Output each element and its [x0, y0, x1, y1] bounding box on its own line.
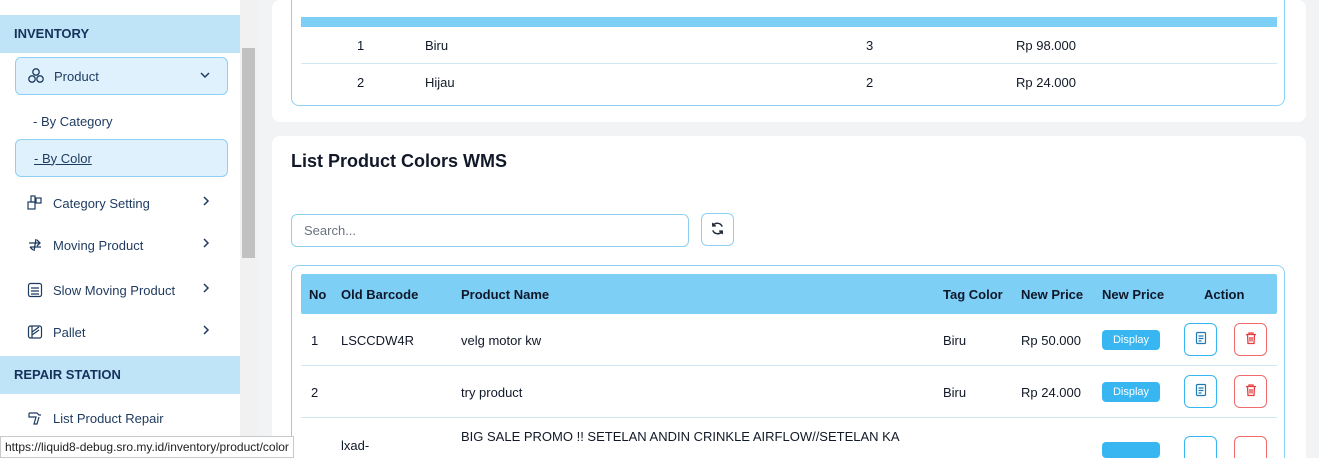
sidebar-item-list-product-repair[interactable]: List Product Repair	[15, 399, 228, 437]
chevron-down-icon	[199, 69, 211, 84]
cell-product-name: BIG SALE PROMO !! SETELAN ANDIN CRINKLE …	[461, 429, 900, 444]
table-row: 1 LSCCDW4R velg motor kw Biru Rp 50.000 …	[301, 314, 1277, 366]
sidebar-item-moving-product[interactable]: Moving Product	[15, 226, 228, 264]
table-header: No Old Barcode Product Name Tag Color Ne…	[301, 274, 1277, 314]
page-title: List Product Colors WMS	[291, 151, 507, 171]
column-header: Action	[1204, 287, 1245, 302]
cell-color: Biru	[425, 38, 449, 53]
box-list-icon	[26, 281, 44, 299]
cell-price: Rp 98.000	[1016, 38, 1076, 53]
sidebar-subitem-label: - By Color	[34, 150, 92, 166]
cell-tag-color: Biru	[943, 333, 967, 348]
refresh-button[interactable]	[701, 213, 734, 246]
sidebar-item-label: Pallet	[53, 324, 86, 340]
chevron-right-icon	[200, 195, 212, 210]
cell-no: 2	[311, 385, 319, 400]
display-badge[interactable]: Display	[1102, 330, 1160, 350]
cell-qty: 2	[866, 75, 874, 90]
view-detail-button[interactable]	[1184, 323, 1217, 356]
trash-icon	[1244, 331, 1258, 348]
sidebar-scrollbar-thumb[interactable]	[242, 48, 255, 258]
cell-no: 2	[357, 75, 365, 90]
view-detail-button[interactable]	[1184, 375, 1217, 408]
category-icon	[26, 194, 44, 212]
column-header: Old Barcode	[341, 287, 419, 302]
view-detail-button[interactable]	[1184, 436, 1217, 458]
section-heading-inventory: INVENTORY	[0, 15, 240, 53]
cell-new-price: Rp 50.000	[1021, 333, 1081, 348]
sidebar-item-label: List Product Repair	[53, 410, 164, 426]
sidebar-item-product[interactable]: Product	[15, 57, 228, 95]
cell-barcode: lxad-	[341, 438, 370, 453]
cell-new-price: Rp 24.000	[1021, 385, 1081, 400]
cell-no: 1	[311, 333, 319, 348]
chevron-right-icon	[200, 282, 212, 297]
delete-button[interactable]	[1234, 436, 1267, 458]
display-badge[interactable]: Display	[1102, 382, 1160, 402]
column-header: Product Name	[461, 287, 550, 302]
section-heading-repair-station: REPAIR STATION	[0, 356, 240, 394]
table-row: 2 try product Biru Rp 24.000 Display	[301, 366, 1277, 418]
search-input[interactable]	[291, 214, 689, 247]
boxes-icon	[27, 67, 45, 85]
document-icon	[1194, 331, 1208, 348]
column-header: Tag Color	[943, 287, 1003, 302]
status-bar-url: https://liquid8-debug.sro.my.id/inventor…	[0, 436, 294, 458]
document-icon	[1194, 383, 1208, 400]
sidebar-item-category-setting[interactable]: Category Setting	[15, 184, 228, 222]
column-header: New Price	[1102, 287, 1165, 302]
sidebar-subitem-label: - By Category	[33, 113, 113, 129]
refresh-icon	[710, 221, 725, 239]
sidebar-item-label: Product	[54, 68, 99, 84]
sidebar-item-pallet[interactable]: Pallet	[15, 313, 228, 351]
sidebar-item-label: Category Setting	[53, 195, 150, 211]
sidebar-item-label: Moving Product	[53, 237, 144, 253]
color-summary-table-header	[301, 17, 1277, 27]
table-row: 1 Biru 3 Rp 98.000	[301, 27, 1277, 64]
pallet-icon	[26, 323, 44, 341]
delete-button[interactable]	[1234, 323, 1267, 356]
cell-price: Rp 24.000	[1016, 75, 1076, 90]
cell-product-name: try product	[461, 385, 523, 400]
table-row: 2 Hijau 2 Rp 24.000	[301, 64, 1277, 101]
column-header: No	[309, 287, 327, 302]
chevron-right-icon	[200, 237, 212, 252]
cell-color: Hijau	[425, 75, 455, 90]
repair-icon	[26, 409, 44, 427]
sidebar-subitem-by-color[interactable]: - By Color	[15, 139, 228, 177]
chevron-right-icon	[200, 324, 212, 339]
column-header: New Price	[1021, 287, 1084, 302]
cell-no: 1	[357, 38, 365, 53]
sidebar-item-label: Slow Moving Product	[53, 282, 176, 298]
sidebar-subitem-by-category[interactable]: - By Category	[15, 102, 228, 140]
cell-qty: 3	[866, 38, 874, 53]
cell-tag-color: Biru	[943, 385, 967, 400]
display-badge[interactable]	[1102, 442, 1160, 458]
trash-icon	[1244, 383, 1258, 400]
cell-product-name: velg motor kw	[461, 333, 542, 348]
moving-arrows-icon	[26, 236, 44, 254]
sidebar-item-slow-moving-product[interactable]: Slow Moving Product	[15, 271, 228, 309]
table-row: lxad- BIG SALE PROMO !! SETELAN ANDIN CR…	[301, 418, 1277, 458]
delete-button[interactable]	[1234, 375, 1267, 408]
cell-barcode: LSCCDW4R	[341, 333, 414, 348]
